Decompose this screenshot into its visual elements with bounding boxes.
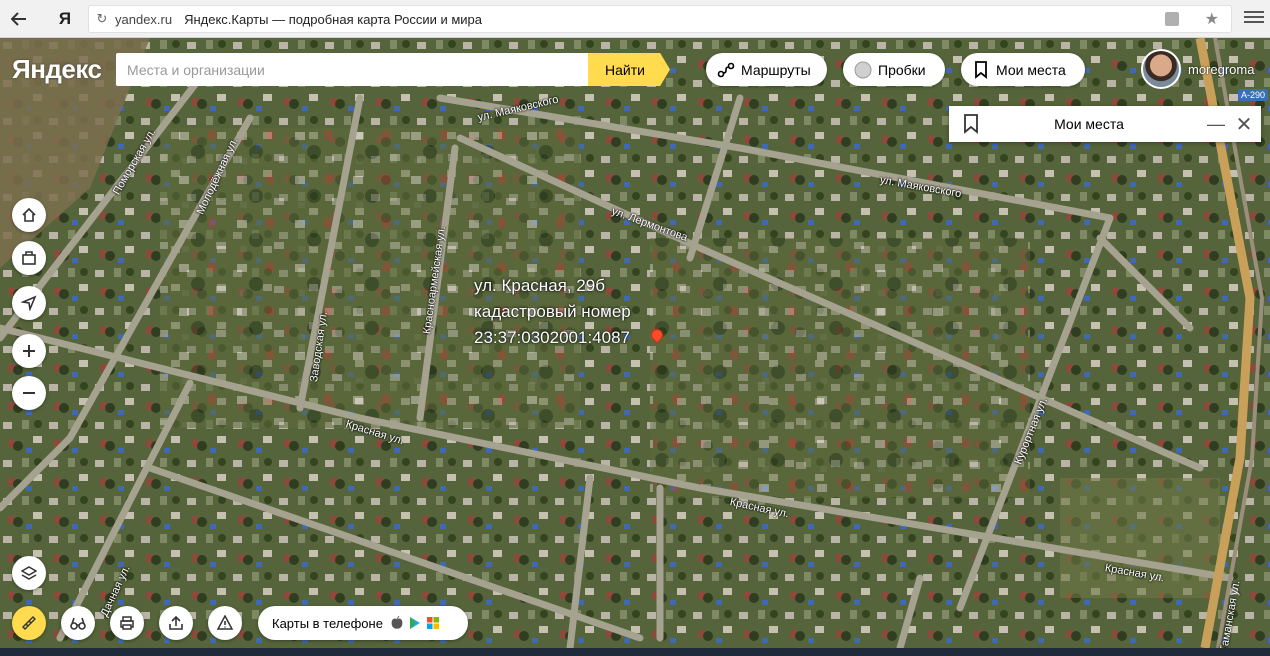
google-play-icon: [409, 617, 420, 629]
panel-title: Мои места: [1054, 116, 1124, 132]
browser-menu-icon[interactable]: [1244, 8, 1264, 28]
username[interactable]: moregroma: [1188, 62, 1254, 77]
home-icon: [22, 207, 36, 222]
ruler-icon: [22, 616, 36, 630]
traffic-button[interactable]: Пробки: [843, 53, 945, 86]
mobile-app-promo[interactable]: Карты в телефоне: [258, 606, 468, 640]
layers-button[interactable]: [12, 556, 46, 590]
locate-button[interactable]: [12, 286, 46, 320]
close-icon[interactable]: ✕: [1227, 112, 1261, 137]
print-icon: [120, 616, 134, 630]
yandex-home-button[interactable]: Я: [52, 6, 78, 32]
yandex-logo[interactable]: Яндекс: [12, 54, 102, 85]
avatar[interactable]: [1141, 49, 1181, 89]
home-button[interactable]: [12, 198, 46, 232]
my-places-button[interactable]: Мои места: [961, 53, 1085, 86]
apple-icon: [391, 616, 403, 629]
address-bar[interactable]: ↻ yandex.ru Яндекс.Карты — подробная кар…: [88, 5, 1232, 33]
os-taskbar: [0, 648, 1270, 656]
find-button[interactable]: Найти: [588, 53, 670, 86]
report-error-button[interactable]: [208, 606, 242, 640]
route-icon: [716, 60, 736, 80]
minimize-icon[interactable]: —: [1205, 114, 1227, 135]
bookmark-icon: [971, 60, 991, 80]
caption-cadastral-number: 23:37:0302001:4087: [474, 328, 630, 347]
my-places-panel: Мои места — ✕: [949, 106, 1261, 142]
zoom-in-button[interactable]: [12, 334, 46, 368]
back-button[interactable]: [6, 6, 32, 32]
traffic-icon: [853, 60, 873, 80]
windows-store-icon: [426, 617, 439, 629]
bookmark-icon: [949, 114, 993, 134]
zoom-out-button[interactable]: [12, 376, 46, 410]
briefcase-icon: [22, 251, 36, 265]
bookmark-star-icon[interactable]: ★: [1205, 9, 1219, 29]
locate-icon: [21, 295, 37, 311]
road-number-badge: A-290: [1238, 89, 1269, 101]
search-input[interactable]: [116, 53, 588, 86]
share-button[interactable]: [159, 606, 193, 640]
url-host: yandex.ru: [115, 11, 173, 27]
arrow-left-icon: [11, 12, 26, 26]
ruler-button[interactable]: [12, 606, 46, 640]
promo-label: Карты в телефоне: [272, 615, 383, 631]
page-title: Яндекс.Карты — подробная карта России и …: [184, 11, 483, 27]
work-button[interactable]: [12, 241, 46, 275]
browser-toolbar: Я ↻ yandex.ru Яндекс.Карты — подробная к…: [0, 0, 1270, 38]
zoom-out-icon: [23, 392, 35, 394]
caption-address: ул. Красная, 29б: [474, 276, 605, 295]
routes-label: Маршруты: [741, 61, 811, 78]
warning-icon: [217, 615, 233, 630]
caption-cadastral-label: кадастровый номер: [474, 302, 631, 321]
zoom-in-icon: [23, 345, 35, 357]
print-button[interactable]: [110, 606, 144, 640]
routes-button[interactable]: Маршруты: [706, 53, 827, 86]
my-places-label: Мои места: [996, 61, 1066, 78]
binoculars-icon: [70, 617, 86, 630]
share-icon: [169, 615, 183, 630]
reload-icon[interactable]: ↻: [89, 11, 115, 27]
page-lock-icon[interactable]: [1165, 12, 1179, 26]
panorama-button[interactable]: [61, 606, 95, 640]
traffic-label: Пробки: [878, 61, 926, 78]
layers-icon: [21, 566, 37, 580]
